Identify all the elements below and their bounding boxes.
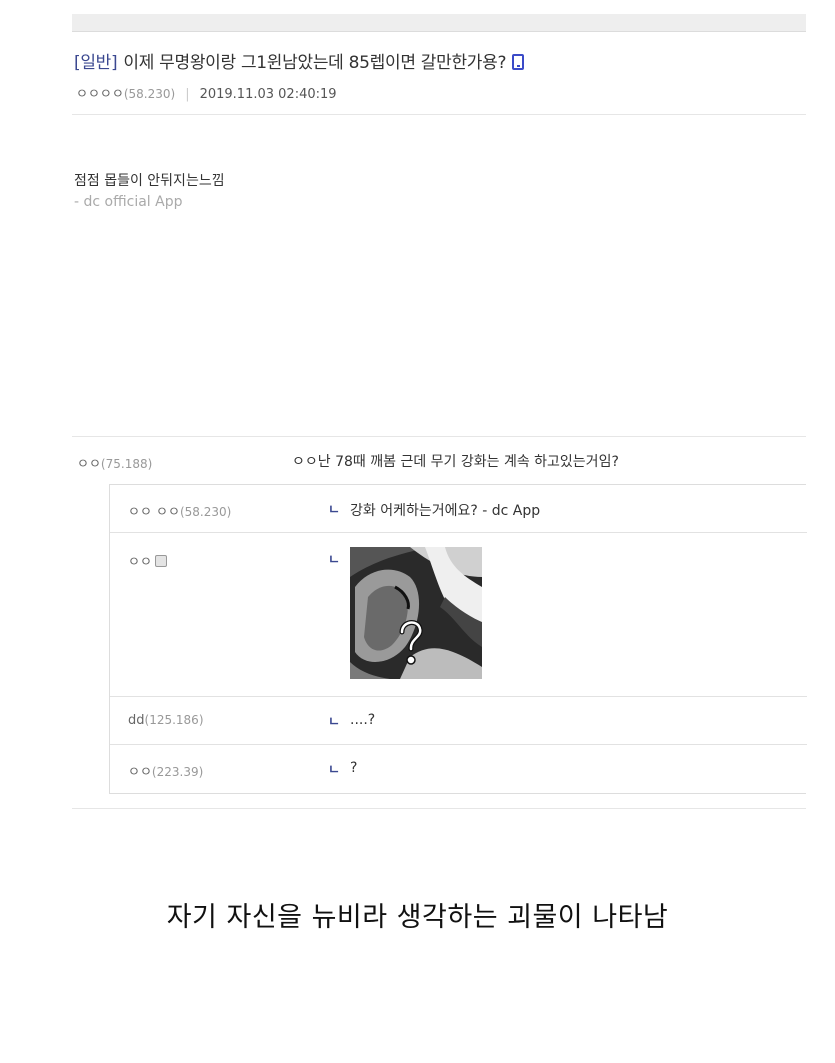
reply-item: ㅇㅇ ㅇㅇ(58.230) ㄴ 강화 어케하는거에요? - dc App: [110, 485, 807, 533]
comment-content: ㅇㅇ난 78때 깨봄 근데 무기 강화는 계속 하고있는거임?: [292, 454, 619, 470]
caption-text: 자기 자신을 뉴비라 생각하는 괴물이 나타남: [166, 902, 669, 933]
post-body: 점점 몹들이 안뒤지는느낌: [74, 173, 225, 189]
reply-item: ㅇㅇ ㄴ: [110, 533, 807, 697]
reply-item: dd(125.186) ㄴ ....?: [110, 697, 807, 745]
meta-separator: |: [185, 87, 190, 102]
dccon-illustration: [350, 547, 482, 679]
reply-author[interactable]: dd(125.186): [128, 713, 204, 728]
comment-author-ip: (75.188): [100, 457, 153, 471]
reply-author-ip: (125.186): [144, 713, 204, 727]
dccon-image: [350, 547, 482, 679]
post-title: [일반] 이제 무명왕이랑 그1윈남았는데 85렙이면 갈만한가용?: [74, 48, 525, 73]
reply-author-ip: (58.230): [179, 505, 232, 519]
reply-content: 강화 어케하는거에요? - dc App: [350, 503, 541, 519]
gallog-icon: [154, 555, 167, 567]
comment-author-name: ㅇㅇ: [77, 457, 101, 472]
screenshot-page: [일반] 이제 무명왕이랑 그1윈남았는데 85렙이면 갈만한가용? ㅇㅇㅇㅇ(5…: [0, 0, 835, 1063]
reply-author-name: ㅇㅇ: [128, 555, 152, 570]
reply-arrow-icon: ㄴ: [328, 763, 340, 778]
post-category: [일반]: [74, 53, 118, 73]
reply-arrow-icon: ㄴ: [328, 503, 340, 518]
reply-author-ip: (223.39): [151, 765, 204, 779]
post-author[interactable]: ㅇㅇㅇㅇ: [76, 87, 124, 102]
reply-content: ....?: [350, 712, 376, 728]
reply-author-name: ㅇㅇ ㅇㅇ: [128, 505, 180, 520]
reply-item: ㅇㅇ(223.39) ㄴ ?: [110, 745, 807, 794]
post-title-text: 이제 무명왕이랑 그1윈남았는데 85렙이면 갈만한가용?: [123, 53, 507, 73]
post-meta: ㅇㅇㅇㅇ(58.230) | 2019.11.03 02:40:19: [76, 83, 337, 102]
reply-author[interactable]: ㅇㅇ: [128, 551, 167, 570]
reply-author-name: dd: [128, 713, 145, 728]
header-divider: [72, 114, 806, 115]
reply-author[interactable]: ㅇㅇ ㅇㅇ(58.230): [128, 501, 231, 520]
top-bar: [72, 14, 806, 32]
reply-author[interactable]: ㅇㅇ(223.39): [128, 761, 203, 780]
comment-item: ㅇㅇ(75.188) ㅇㅇ난 78때 깨봄 근데 무기 강화는 계속 하고있는거…: [72, 437, 806, 485]
comment-author[interactable]: ㅇㅇ(75.188): [77, 453, 152, 472]
mobile-icon: [512, 54, 525, 70]
reply-arrow-icon: ㄴ: [328, 553, 340, 568]
reply-content: ?: [350, 760, 358, 776]
reply-arrow-icon: ㄴ: [328, 715, 340, 730]
bottom-divider: [72, 808, 806, 809]
post-signature: - dc official App: [74, 194, 183, 210]
post-date: 2019.11.03 02:40:19: [199, 87, 337, 102]
reply-author-name: ㅇㅇ: [128, 765, 152, 780]
reply-list: ㅇㅇ ㅇㅇ(58.230) ㄴ 강화 어케하는거에요? - dc App ㅇㅇ …: [109, 484, 807, 794]
post-author-ip: (58.230): [123, 87, 176, 101]
